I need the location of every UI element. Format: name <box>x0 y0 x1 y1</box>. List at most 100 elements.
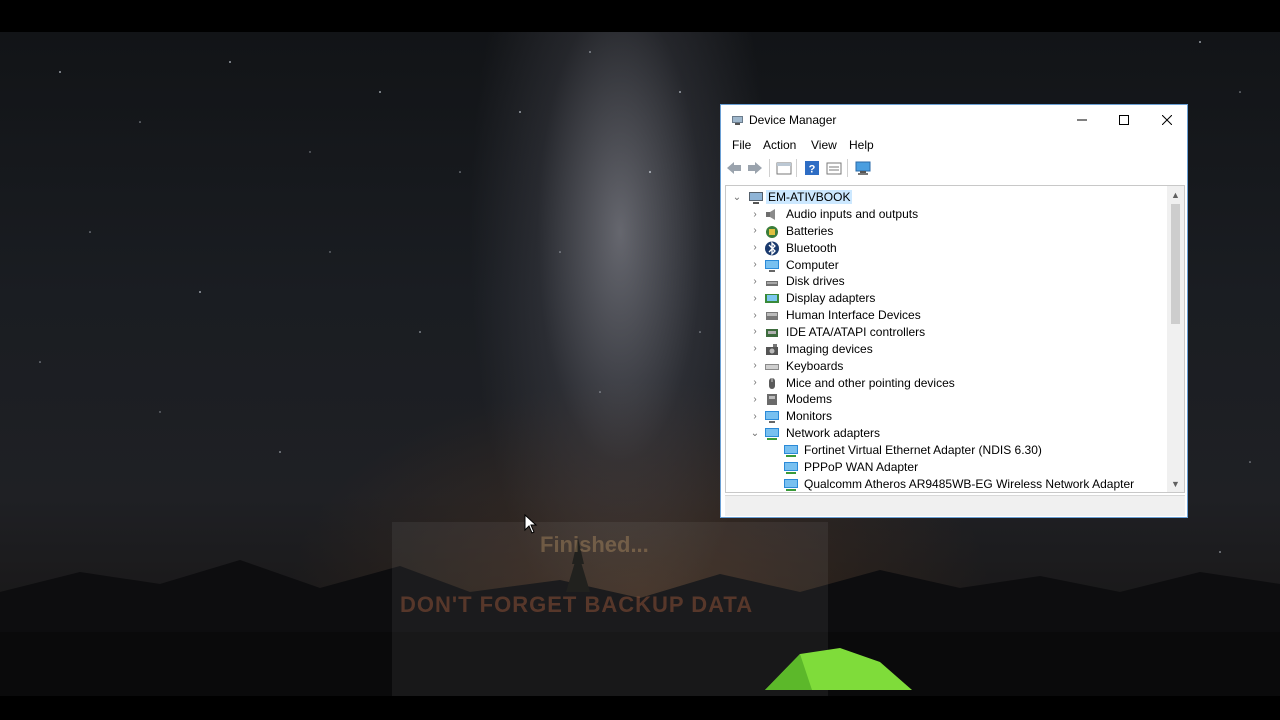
ide-controller-icon <box>766 328 778 337</box>
toolbar-separator <box>796 159 797 177</box>
maximize-icon <box>1119 115 1129 125</box>
mouse-cursor-icon <box>524 514 538 534</box>
network-adapter-icon <box>765 428 779 441</box>
back-button[interactable] <box>725 159 743 177</box>
tree-category-label: Disk drives <box>786 274 845 289</box>
scroll-up-arrow-icon[interactable]: ▲ <box>1167 186 1184 203</box>
back-arrow-icon <box>727 162 741 174</box>
hid-icon <box>766 312 778 321</box>
tree-category-row[interactable]: › Bluetooth <box>726 240 1166 257</box>
window-title: Device Manager <box>749 113 837 127</box>
speaker-icon <box>766 209 775 220</box>
chevron-right-icon[interactable]: › <box>749 360 761 372</box>
tree-category-label: Computer <box>786 257 839 272</box>
scan-hardware-button[interactable] <box>854 159 872 177</box>
battery-icon <box>766 225 778 238</box>
chevron-right-icon[interactable]: › <box>749 410 761 422</box>
device-manager-window: Device Manager File Action View Help ? ⌄… <box>720 104 1188 518</box>
device-tree: ⌄ EM-ATIVBOOK › Audio inputs and outputs ›… <box>725 185 1185 493</box>
minimize-button[interactable] <box>1060 105 1104 135</box>
tree-category-label: Batteries <box>786 223 834 238</box>
tree-category-row[interactable]: › Display adapters <box>726 290 1166 307</box>
tree-category-label: Mice and other pointing devices <box>786 375 955 390</box>
tree-category-row[interactable]: › Modems <box>726 391 1166 408</box>
tree-category-row[interactable]: › Audio inputs and outputs <box>726 206 1166 223</box>
tree-device-row[interactable]: PPPoP WAN Adapter <box>726 459 1166 476</box>
close-icon <box>1162 115 1172 125</box>
help-icon: ? <box>805 161 819 176</box>
tree-category-row[interactable]: › Monitors <box>726 408 1166 425</box>
chevron-right-icon[interactable]: › <box>749 377 761 389</box>
camera-icon <box>766 343 778 355</box>
tree-category-row[interactable]: › Disk drives <box>726 273 1166 290</box>
tree-category-label: Display adapters <box>786 291 876 306</box>
tree-category-label: Monitors <box>786 409 833 424</box>
chevron-down-icon[interactable]: ⌄ <box>731 191 743 203</box>
maximize-button[interactable] <box>1102 105 1146 135</box>
help-button[interactable]: ? <box>803 159 821 177</box>
show-hidden-button[interactable] <box>825 159 843 177</box>
tree-category-row[interactable]: › Human Interface Devices <box>726 307 1166 324</box>
properties-icon <box>776 162 792 175</box>
chevron-right-icon[interactable]: › <box>749 343 761 355</box>
disk-drive-icon <box>766 281 778 287</box>
menu-action[interactable]: Action <box>763 138 796 152</box>
title-bar[interactable]: Device Manager <box>721 105 1187 135</box>
tree-category-row[interactable]: ⌄ Network adapters <box>726 425 1166 442</box>
menu-bar: File Action View Help <box>721 135 1187 155</box>
network-adapter-icon <box>784 478 798 491</box>
toolbar-separator <box>847 159 848 177</box>
tree-category-label: Audio inputs and outputs <box>786 207 919 221</box>
minimize-icon <box>1077 119 1087 121</box>
svg-text:?: ? <box>809 164 816 176</box>
chevron-right-icon[interactable]: › <box>749 393 761 405</box>
computer-name: EM-ATIVBOOK <box>766 190 853 204</box>
chevron-right-icon[interactable]: › <box>749 326 761 338</box>
toolbar-separator <box>769 159 770 177</box>
chevron-right-icon[interactable]: › <box>749 225 761 237</box>
chevron-right-icon[interactable]: › <box>749 309 761 321</box>
scroll-down-arrow-icon[interactable]: ▼ <box>1167 475 1184 492</box>
modem-icon <box>767 394 777 406</box>
close-button[interactable] <box>1145 105 1189 135</box>
chevron-right-icon[interactable]: › <box>749 208 761 220</box>
forward-arrow-icon <box>748 162 762 174</box>
chevron-right-icon[interactable]: › <box>749 242 761 254</box>
tree-category-row[interactable]: › IDE ATA/ATAPI controllers <box>726 324 1166 341</box>
tree-category-label: Imaging devices <box>786 341 873 356</box>
display-adapter-icon <box>765 294 779 304</box>
tree-device-label: Fortinet Virtual Ethernet Adapter (NDIS … <box>804 442 1042 457</box>
tree-root[interactable]: ⌄ EM-ATIVBOOK <box>726 189 1166 206</box>
tree-category-label: Keyboards <box>786 358 844 373</box>
monitor-icon <box>765 411 779 424</box>
menu-view[interactable]: View <box>811 138 837 152</box>
scan-hardware-icon <box>855 161 871 175</box>
menu-file[interactable]: File <box>732 138 751 152</box>
forward-button[interactable] <box>746 159 764 177</box>
tree-category-row[interactable]: › Keyboards <box>726 358 1166 375</box>
video-letterbox-top <box>0 0 1280 32</box>
tree-device-label: PPPoP WAN Adapter <box>804 459 919 474</box>
chevron-right-icon[interactable]: › <box>749 292 761 304</box>
status-bar <box>725 495 1185 516</box>
bluetooth-icon <box>765 241 779 256</box>
mouse-icon <box>769 377 775 389</box>
chevron-right-icon[interactable]: › <box>749 275 761 287</box>
show-hidden-icon <box>826 162 842 175</box>
properties-button[interactable] <box>775 159 793 177</box>
tree-category-row[interactable]: › Batteries <box>726 223 1166 240</box>
tree-category-row[interactable]: › Imaging devices <box>726 341 1166 358</box>
chevron-right-icon[interactable]: › <box>749 259 761 271</box>
video-letterbox-bottom <box>0 696 1280 720</box>
tree-device-row[interactable]: Fortinet Virtual Ethernet Adapter (NDIS … <box>726 442 1166 459</box>
tree-device-row[interactable]: Qualcomm Atheros AR9485WB-EG Wireless Ne… <box>726 476 1166 492</box>
menu-help[interactable]: Help <box>849 138 874 152</box>
tree-category-label: IDE ATA/ATAPI controllers <box>786 324 926 339</box>
tree-device-label: Qualcomm Atheros AR9485WB-EG Wireless Ne… <box>804 476 1135 491</box>
chevron-down-icon[interactable]: ⌄ <box>749 427 761 439</box>
tree-category-row[interactable]: › Computer <box>726 257 1166 274</box>
vertical-scrollbar[interactable]: ▲ ▼ <box>1167 186 1184 492</box>
tree-category-row[interactable]: › Mice and other pointing devices <box>726 375 1166 392</box>
scrollbar-thumb[interactable] <box>1171 204 1180 324</box>
device-manager-icon <box>732 116 743 125</box>
